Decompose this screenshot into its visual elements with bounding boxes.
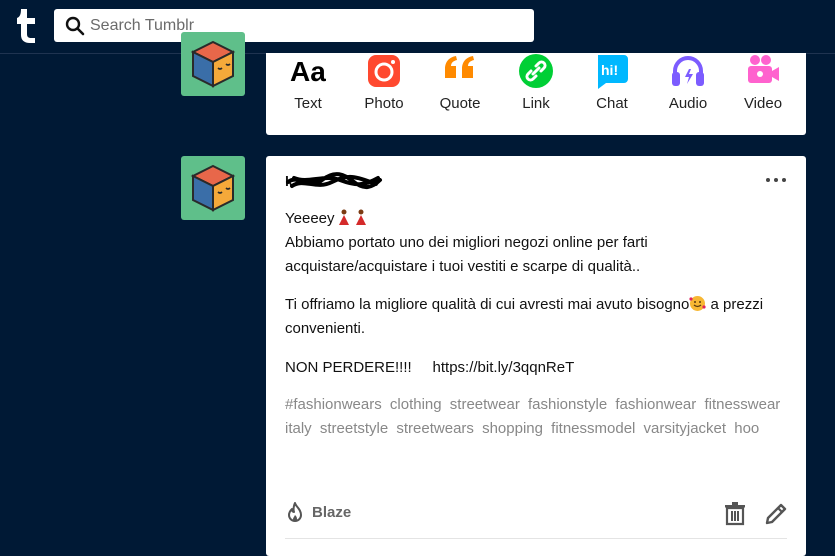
tag[interactable]: streetstyle [320,420,388,437]
cube-avatar-icon [190,40,236,88]
tag[interactable]: fashionstyle [528,396,607,413]
text-icon: Aa [290,56,326,87]
tag[interactable]: italy [285,420,312,437]
camera-icon [368,55,400,87]
dot [774,178,778,182]
flame-icon [288,502,302,522]
edit-pencil-icon[interactable] [763,501,789,527]
quote-icon [445,56,474,78]
post-type-label: Photo [364,95,404,112]
avatar[interactable] [181,32,245,96]
tag[interactable]: varsityjacket [644,420,727,437]
tag[interactable]: fitnessmodel [551,420,635,437]
blaze-label: Blaze [312,504,352,521]
dancer-emoji-icon [355,209,366,225]
tumblr-logo-icon[interactable] [13,9,39,43]
post-type-quote[interactable]: Quote [425,53,495,135]
post-composer: Aa Text Photo Quote Link hi! Chat Audio … [266,53,806,135]
post-type-text[interactable]: Aa Text [273,53,343,135]
tag[interactable]: shopping [482,420,543,437]
svg-text:Aa: Aa [290,56,326,87]
post-line-offer: Ti offriamo la migliore qualità di cui a… [285,296,690,313]
trash-icon[interactable] [722,501,748,527]
post-line-cta: NON PERDERE!!!! [285,359,412,376]
post-paragraph-2: Ti offriamo la migliore qualità di cui a… [285,293,785,341]
headphones-icon [672,56,704,86]
post-type-label: Video [743,95,783,112]
post-type-label: Text [294,95,322,112]
post-type-chat[interactable]: hi! Chat [577,53,647,135]
tag[interactable]: fitnesswear [704,396,780,413]
video-camera-icon [748,55,779,83]
post-paragraph-1: Yeeeey Abbiamo portato uno dei migliori … [285,207,785,279]
svg-text:hi!: hi! [601,62,618,78]
post-type-label: Audio [668,95,708,112]
search-icon [65,16,85,36]
post-card: k Yeeeey Abbiamo portato uno dei miglior… [266,156,806,556]
post-type-video[interactable]: Video [728,53,798,135]
redaction-scribble [286,172,382,189]
tag[interactable]: fashionwear [615,396,696,413]
post-line-yeeey: Yeeeey [285,210,335,227]
dot [766,178,770,182]
cube-avatar-icon [190,164,236,212]
post-type-label: Link [522,95,550,112]
post-line-intro: Abbiamo portato uno dei migliori negozi … [285,234,648,275]
dot [782,178,786,182]
search-input[interactable] [90,9,520,42]
link-icon [519,54,553,88]
post-type-link[interactable]: Link [501,53,571,135]
chat-icon: hi! [598,55,628,89]
tag[interactable]: clothing [390,396,442,413]
post-link[interactable]: https://bit.ly/3qqnReT [433,359,575,376]
post-type-label: Chat [596,95,628,112]
tag[interactable]: hoo [734,420,759,437]
smiling-hearts-emoji-icon [689,296,706,311]
post-tags: #fashionwears clothing streetwear fashio… [285,393,785,441]
tag[interactable]: streetwears [396,420,474,437]
top-bar [0,0,835,54]
tag[interactable]: #fashionwears [285,396,382,413]
search-bar[interactable] [54,9,534,42]
blaze-button[interactable]: Blaze [285,502,351,524]
post-footer-divider [285,538,787,539]
post-type-photo[interactable]: Photo [349,53,419,135]
post-author-avatar[interactable] [181,156,245,220]
more-options-button[interactable] [766,174,788,186]
tag[interactable]: streetwear [450,396,520,413]
post-paragraph-3: NON PERDERE!!!! https://bit.ly/3qqnReT [285,356,785,380]
post-type-label: Quote [439,95,481,112]
dancer-emoji-icon [338,209,349,225]
post-type-audio[interactable]: Audio [653,53,723,135]
